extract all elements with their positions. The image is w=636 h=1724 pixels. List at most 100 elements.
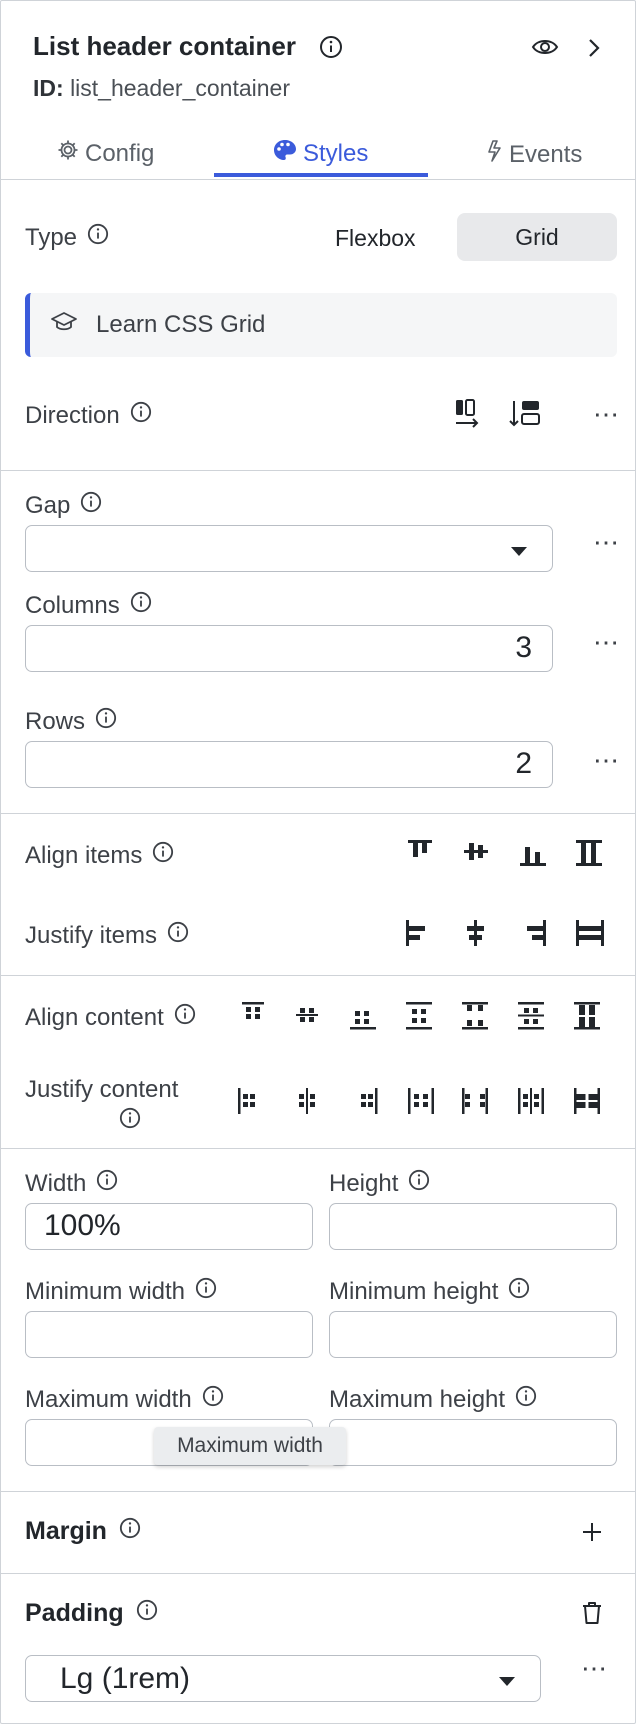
section-divider (1, 470, 635, 471)
align-content-stretch-icon[interactable] (573, 1001, 601, 1031)
gap-label: Gap (25, 491, 102, 520)
info-icon[interactable] (96, 1169, 118, 1198)
align-content-start-icon[interactable] (241, 1001, 265, 1029)
info-icon[interactable] (508, 1277, 530, 1306)
more-options-icon[interactable]: ⋯ (581, 1653, 608, 1684)
justify-items-end-icon[interactable] (521, 919, 547, 947)
info-icon[interactable] (119, 1517, 141, 1546)
height-input[interactable] (329, 1203, 617, 1250)
align-content-center-icon[interactable] (295, 1001, 319, 1029)
info-icon[interactable] (167, 921, 189, 950)
info-icon[interactable] (130, 401, 152, 430)
direction-column-icon[interactable] (509, 399, 541, 429)
tab-config-label: Config (85, 139, 155, 167)
info-icon[interactable] (408, 1169, 430, 1198)
info-icon[interactable] (130, 591, 152, 620)
palette-icon (273, 139, 297, 168)
max-width-tooltip: Maximum width (154, 1427, 346, 1465)
margin-label: Margin (25, 1517, 141, 1546)
info-icon[interactable] (202, 1385, 224, 1414)
max-width-label-text: Maximum width (25, 1385, 192, 1413)
justify-content-start-icon[interactable] (237, 1087, 261, 1115)
padding-label-text: Padding (25, 1599, 124, 1627)
justify-content-end-icon[interactable] (355, 1087, 379, 1115)
align-items-center-icon[interactable] (463, 839, 489, 865)
justify-content-space-around-icon[interactable] (407, 1087, 435, 1115)
align-items-stretch-icon[interactable] (575, 839, 603, 867)
justify-content-stretch-icon[interactable] (573, 1087, 601, 1115)
eye-icon[interactable] (531, 36, 559, 58)
graduation-cap-icon (50, 311, 78, 340)
info-icon[interactable] (152, 841, 174, 870)
align-items-end-icon[interactable] (519, 839, 547, 867)
align-content-space-between-icon[interactable] (405, 1001, 433, 1031)
justify-content-label: Justify content (25, 1076, 179, 1103)
align-content-label: Align content (25, 1003, 196, 1032)
rows-label: Rows (25, 707, 117, 736)
align-content-label-text: Align content (25, 1003, 164, 1031)
margin-label-text: Margin (25, 1517, 107, 1545)
padding-select[interactable]: Lg (1rem) (25, 1655, 541, 1702)
id-value: list_header_container (70, 75, 290, 101)
info-icon[interactable] (319, 35, 343, 59)
gap-select[interactable] (25, 525, 553, 572)
info-icon[interactable] (80, 491, 102, 520)
justify-content-center-icon[interactable] (295, 1087, 319, 1115)
direction-label: Direction (25, 401, 152, 430)
rows-input[interactable]: 2 (25, 741, 553, 788)
justify-items-label-text: Justify items (25, 921, 158, 949)
more-options-icon[interactable]: ⋯ (593, 399, 620, 430)
info-icon[interactable] (87, 223, 109, 252)
columns-label-text: Columns (25, 591, 120, 619)
align-items-start-icon[interactable] (407, 839, 433, 865)
info-icon[interactable] (95, 707, 117, 736)
info-icon[interactable] (515, 1385, 537, 1414)
section-divider (1, 1573, 635, 1574)
more-options-icon[interactable]: ⋯ (593, 527, 620, 558)
align-content-space-evenly-icon[interactable] (517, 1001, 545, 1031)
tab-styles-label: Styles (303, 139, 369, 167)
bolt-icon (485, 139, 503, 170)
min-width-label: Minimum width (25, 1277, 217, 1306)
learn-link-label: Learn CSS Grid (96, 311, 266, 338)
type-option-grid[interactable]: Grid (457, 213, 617, 261)
element-id: ID: list_header_container (33, 75, 290, 102)
info-icon[interactable] (119, 1107, 141, 1134)
align-content-end-icon[interactable] (349, 1001, 377, 1031)
trash-icon[interactable] (581, 1601, 603, 1625)
active-tab-indicator (214, 173, 428, 177)
align-content-space-around-icon[interactable] (461, 1001, 489, 1031)
min-width-input[interactable] (25, 1311, 313, 1358)
info-icon[interactable] (195, 1277, 217, 1306)
tab-events[interactable]: Events (485, 139, 582, 170)
type-option-flexbox[interactable]: Flexbox (335, 225, 416, 252)
min-height-label-text: Minimum height (329, 1277, 499, 1305)
caret-down-icon (498, 1674, 516, 1692)
caret-down-icon (510, 544, 528, 562)
add-margin-plus-icon[interactable] (581, 1521, 603, 1543)
chevron-right-icon[interactable] (587, 37, 601, 59)
justify-content-space-between-icon[interactable] (461, 1087, 489, 1115)
min-height-label: Minimum height (329, 1277, 530, 1306)
learn-css-grid-link[interactable]: Learn CSS Grid (25, 293, 617, 357)
more-options-icon[interactable]: ⋯ (593, 627, 620, 658)
justify-items-start-icon[interactable] (405, 919, 431, 947)
justify-content-space-evenly-icon[interactable] (517, 1087, 545, 1115)
tab-config[interactable]: Config (57, 139, 154, 168)
height-label: Height (329, 1169, 430, 1198)
justify-items-center-icon[interactable] (463, 919, 489, 947)
tab-styles[interactable]: Styles (273, 139, 368, 168)
section-divider (1, 975, 635, 976)
info-icon[interactable] (174, 1003, 196, 1032)
justify-items-label: Justify items (25, 921, 189, 950)
padding-label: Padding (25, 1599, 158, 1628)
columns-input[interactable]: 3 (25, 625, 553, 672)
direction-row-icon[interactable] (455, 399, 481, 429)
tab-events-label: Events (509, 140, 583, 168)
max-height-input[interactable] (329, 1419, 617, 1466)
more-options-icon[interactable]: ⋯ (593, 745, 620, 776)
width-input[interactable]: 100% (25, 1203, 313, 1250)
justify-items-stretch-icon[interactable] (575, 919, 605, 947)
info-icon[interactable] (136, 1599, 158, 1628)
min-height-input[interactable] (329, 1311, 617, 1358)
